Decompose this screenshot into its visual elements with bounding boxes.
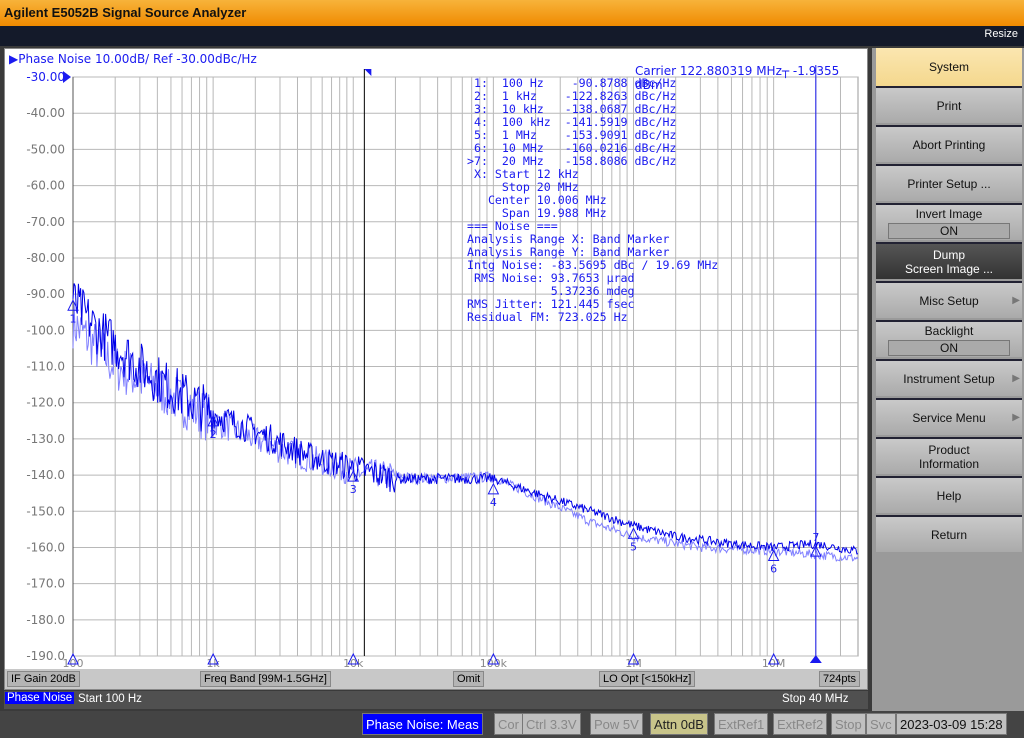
- stop-indicator: Stop: [831, 713, 866, 735]
- y-tick-label: -150.0: [26, 504, 65, 518]
- readout-line: Residual FM: 723.025 Hz: [467, 310, 628, 324]
- softkey-label: Invert Image: [915, 206, 983, 221]
- softkey-system[interactable]: System: [876, 48, 1022, 86]
- softkey-printer-setup[interactable]: Printer Setup ...: [876, 164, 1022, 201]
- attn-indicator: Attn 0dB: [650, 713, 708, 735]
- if-gain-button[interactable]: IF Gain 20dB: [7, 671, 80, 687]
- y-tick-label: -90.00: [26, 287, 65, 301]
- resize-button[interactable]: Resize: [984, 28, 1018, 40]
- softkey-label: Help: [936, 488, 962, 503]
- softkey-service-menu[interactable]: Service Menu ▶: [876, 398, 1022, 435]
- bottom-status-bar: Phase Noise: Meas Cor Ctrl 3.3V Pow 5V A…: [0, 711, 1024, 738]
- y-tick-label: -40.00: [26, 106, 65, 120]
- marker-label: 5: [630, 540, 637, 553]
- y-tick-label: -100.0: [26, 323, 65, 337]
- softkey-abort-printing[interactable]: Abort Printing: [876, 125, 1022, 162]
- softkey-label: Information: [918, 456, 980, 471]
- softkey-label: Abort Printing: [912, 137, 986, 152]
- x-tick-label: 100k: [480, 657, 508, 669]
- y-tick-label: -180.0: [26, 613, 65, 627]
- marker-label: 1: [70, 312, 77, 325]
- start-freq[interactable]: Start 100 Hz: [78, 693, 142, 705]
- pow-indicator: Pow 5V: [590, 713, 643, 735]
- freq-band-button[interactable]: Freq Band [99M-1.5GHz]: [200, 671, 331, 687]
- softkey-dump-screen-image[interactable]: Dump Screen Image ...: [876, 242, 1022, 279]
- submenu-arrow-icon: ▶: [1012, 373, 1020, 384]
- channel-bar: IF Gain 20dB Freq Band [99M-1.5GHz] Omit…: [5, 669, 867, 689]
- softkey-label: Dump: [932, 247, 965, 262]
- submenu-arrow-icon: ▶: [1012, 295, 1020, 306]
- y-tick-label: -70.00: [26, 215, 65, 229]
- softkey-label: System: [928, 60, 969, 74]
- datetime: 2023-03-09 15:28: [896, 713, 1007, 735]
- extref2-indicator: ExtRef2: [773, 713, 828, 735]
- points-button[interactable]: 724pts: [819, 671, 861, 687]
- app-title: Agilent E5052B Signal Source Analyzer: [4, 5, 247, 20]
- y-tick-label: -190.0: [26, 649, 65, 663]
- y-tick-label: -160.0: [26, 540, 65, 554]
- softkey-label: Misc Setup: [919, 293, 979, 308]
- softkey-print[interactable]: Print: [876, 86, 1022, 123]
- marker-label: 6: [770, 563, 777, 576]
- softkey-label: Screen Image ...: [904, 261, 994, 276]
- marker-label: 7: [812, 531, 819, 544]
- softkey-instrument-setup[interactable]: Instrument Setup ▶: [876, 359, 1022, 396]
- softkey-label: Print: [936, 98, 962, 113]
- softkey-invert-image[interactable]: Invert Image ON: [876, 203, 1022, 240]
- x-tick-label: 100: [63, 657, 84, 669]
- softkey-label: Instrument Setup: [903, 371, 995, 386]
- backlight-value: ON: [888, 339, 1010, 356]
- marker-label: 4: [490, 496, 497, 509]
- title-bar: Agilent E5052B Signal Source Analyzer: [0, 0, 1024, 26]
- y-tick-label: -170.0: [26, 577, 65, 591]
- trace-title[interactable]: ▶Phase Noise 10.00dB/ Ref -30.00dBc/Hz: [9, 52, 257, 66]
- invert-image-value: ON: [888, 222, 1010, 239]
- softkey-misc-setup[interactable]: Misc Setup ▶: [876, 281, 1022, 318]
- ctrl-indicator: Ctrl 3.3V: [522, 713, 581, 735]
- x-tick-label: 10k: [343, 657, 364, 669]
- softkey-backlight[interactable]: Backlight ON: [876, 320, 1022, 357]
- y-tick-label: -140.0: [26, 468, 65, 482]
- lo-opt-button[interactable]: LO Opt [<150kHz]: [599, 671, 696, 687]
- trace-title-text: Phase Noise 10.00dB/ Ref -30.00dBc/Hz: [18, 52, 257, 66]
- marker-label: 2: [210, 428, 217, 441]
- y-tick-label: -50.00: [26, 142, 65, 156]
- softkey-help[interactable]: Help: [876, 476, 1022, 513]
- softkey-label: Return: [930, 527, 968, 542]
- softkey-label: Product: [928, 442, 970, 457]
- y-tick-label: -30.00: [26, 70, 65, 84]
- ref-level-marker-icon: [63, 71, 71, 83]
- phase-noise-chart: -30.00 -40.00 -50.00 -60.00 -70.00 -80.00 -90.…: [26, 65, 859, 669]
- menu-bar: Resize: [0, 26, 1024, 46]
- extref1-indicator: ExtRef1: [714, 713, 769, 735]
- x-tick-label: 1M: [625, 657, 642, 669]
- marker-label: 3: [350, 483, 357, 496]
- y-tick-label: -120.0: [26, 396, 65, 410]
- cor-indicator: Cor: [494, 713, 523, 735]
- x-tick-label: 10M: [762, 657, 786, 669]
- y-tick-label: -60.00: [26, 179, 65, 193]
- marker-readout: 1: 100 Hz -90.8788 dBc/Hz 2: 1 kHz -122.…: [467, 77, 718, 324]
- band-start-flag-icon: [364, 69, 372, 76]
- status-line: Phase Noise Start 100 Hz Stop 40 MHz: [4, 691, 868, 709]
- softkey-return[interactable]: Return: [876, 515, 1022, 552]
- softkey-label: Backlight: [924, 323, 974, 338]
- y-tick-label: -80.00: [26, 251, 65, 265]
- submenu-arrow-icon: ▶: [1012, 412, 1020, 423]
- y-tick-label: -110.0: [26, 360, 65, 374]
- softkey-label: Printer Setup ...: [907, 176, 991, 191]
- softkey-panel: System Print Abort Printing Printer Setu…: [872, 48, 1024, 711]
- softkey-label: Service Menu: [912, 410, 986, 425]
- svc-indicator: Svc: [866, 713, 896, 735]
- softkey-product-information[interactable]: Product Information: [876, 437, 1022, 474]
- omit-button[interactable]: Omit: [453, 671, 485, 687]
- meas-status: Phase Noise: Meas: [362, 713, 483, 735]
- stop-freq[interactable]: Stop 40 MHz: [782, 693, 848, 705]
- meas-type[interactable]: Phase Noise: [5, 692, 75, 704]
- y-tick-label: -130.0: [26, 432, 65, 446]
- measurement-screen: -30.00 -40.00 -50.00 -60.00 -70.00 -80.00 -90.…: [4, 48, 868, 690]
